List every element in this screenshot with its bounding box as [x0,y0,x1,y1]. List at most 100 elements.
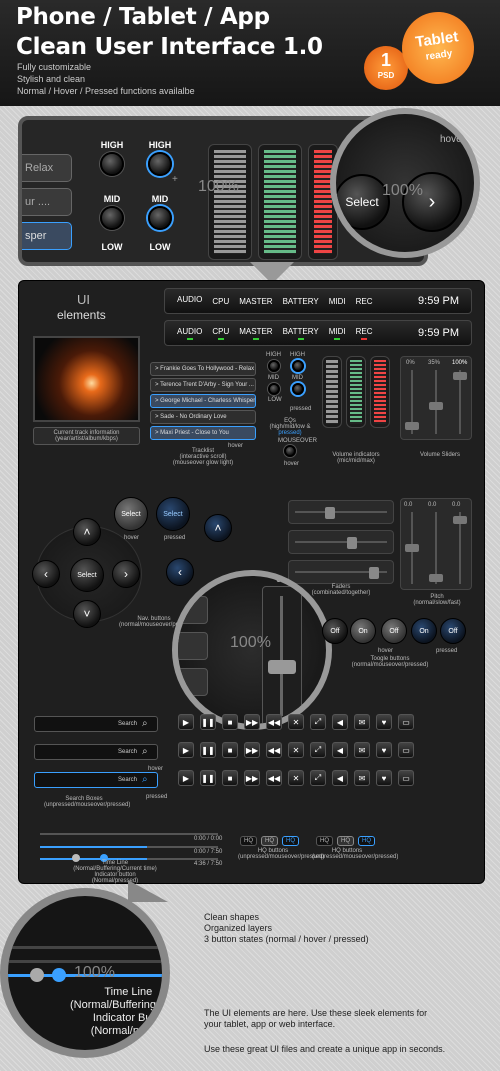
search-icon[interactable]: ⌕ [142,718,148,729]
search-icon[interactable]: ⌕ [142,774,148,785]
volume-icon[interactable]: ◀ [332,714,348,730]
volume-icon[interactable]: ◀ [332,742,348,758]
hq-button[interactable]: HQ [316,836,333,846]
stop-button[interactable]: ■ [222,770,238,786]
pause-button[interactable]: ❚❚ [200,742,216,758]
slider-value: 35% [428,360,441,366]
chat-icon[interactable]: ▭ [398,714,414,730]
eq-knob-mouseover[interactable] [284,445,296,457]
pitch-handle-zoomed[interactable] [268,660,296,674]
toggle-on[interactable]: On [350,618,376,644]
hq-button-hover[interactable]: HQ [337,836,354,846]
eq-high-knob[interactable] [268,360,280,372]
rewind-button[interactable]: ◀◀ [266,742,282,758]
heart-icon[interactable]: ♥ [376,742,392,758]
tab-relax[interactable]: Relax [22,154,72,182]
volume-slider-handle[interactable] [405,422,419,430]
nav-select-button[interactable]: Select [70,558,104,592]
nav-left-button[interactable]: ‹ [32,560,60,588]
timeline-buffering[interactable] [40,846,218,848]
nav-right-button[interactable]: › [112,560,140,588]
track-item[interactable]: > Sade - No Ordinary Love [150,410,256,424]
chat-icon[interactable]: ▭ [398,770,414,786]
rewind-button[interactable]: ◀◀ [266,770,282,786]
hq-button-hover[interactable]: HQ [261,836,278,846]
hq-button[interactable]: HQ [240,836,257,846]
volume-slider-handle[interactable] [429,402,443,410]
shuffle-icon[interactable]: ✕ [288,742,304,758]
fader [288,500,394,524]
fast-forward-button[interactable]: ▶▶ [244,742,260,758]
select-button-hover[interactable]: Select [114,497,148,531]
volume-icon[interactable]: ◀ [332,770,348,786]
indicator-button-zoomed-pressed[interactable] [52,968,66,982]
pause-button[interactable]: ❚❚ [200,714,216,730]
track-item-hover[interactable]: > Maxi Priest - Close to You [150,426,256,440]
toggle-off-hover[interactable]: Off [381,618,407,644]
play-button[interactable]: ▶ [178,742,194,758]
nav-up-pressed[interactable]: ˄ [204,514,232,542]
mail-icon[interactable]: ✉ [354,742,370,758]
indicator-button-zoomed[interactable] [30,968,44,982]
nav-down-button[interactable]: ˅ [73,600,101,628]
toggle-off-pressed[interactable]: Off [440,618,466,644]
hq-button-pressed[interactable]: HQ [358,836,375,846]
high-knob[interactable] [100,152,124,176]
expand-icon[interactable]: ⤢ [310,742,326,758]
fast-forward-button[interactable]: ▶▶ [244,714,260,730]
toggle-on-pressed[interactable]: On [411,618,437,644]
search-input-pressed[interactable]: Search [34,772,158,788]
nav-left-pressed[interactable]: ‹ [166,558,194,586]
pitch-handle[interactable] [429,574,443,582]
nav-up-button[interactable]: ˄ [73,518,101,546]
search-input[interactable]: Search [34,716,158,732]
rewind-button[interactable]: ◀◀ [266,714,282,730]
mid-knob[interactable] [100,206,124,230]
status-strip: AUDIO CPU MASTER BATTERY MIDI REC 9:59 P… [164,288,472,314]
pitch-handle[interactable] [405,544,419,552]
mail-icon[interactable]: ✉ [354,714,370,730]
video-thumbnail[interactable] [33,336,140,422]
stop-button[interactable]: ■ [222,714,238,730]
search-input-hover[interactable]: Search [34,744,158,760]
search-icon[interactable]: ⌕ [142,746,148,757]
volume-indicator-mic [322,356,342,428]
hq-buttons-label: HQ buttons (unpressed/mouseover/pressed) [312,848,399,860]
eq-mid-knob[interactable] [268,383,280,395]
eqs-label: EQs (high/mid/low & pressed) [269,418,311,436]
expand-icon[interactable]: ⤢ [310,770,326,786]
timeline-normal[interactable] [40,833,218,835]
heart-icon[interactable]: ♥ [376,714,392,730]
fader-handle[interactable] [369,567,379,579]
shuffle-icon[interactable]: ✕ [288,714,304,730]
play-button[interactable]: ▶ [178,770,194,786]
select-button-pressed[interactable]: Select [156,497,190,531]
tab-track[interactable]: ur .... [22,188,72,216]
chat-icon[interactable]: ▭ [398,742,414,758]
play-button[interactable]: ▶ [178,714,194,730]
track-item[interactable]: > Terence Trent D'Arby - Sign Your ... [150,378,256,392]
volume-slider-handle[interactable] [453,372,467,380]
stop-button[interactable]: ■ [222,742,238,758]
hq-button-pressed[interactable]: HQ [282,836,299,846]
fader-handle[interactable] [325,507,335,519]
tab-whisper[interactable]: sper [22,222,72,250]
pitch-handle[interactable] [453,516,467,524]
pause-button[interactable]: ❚❚ [200,770,216,786]
shuffle-icon[interactable]: ✕ [288,770,304,786]
fast-forward-button[interactable]: ▶▶ [244,770,260,786]
high-knob-active[interactable] [148,152,172,176]
heart-icon[interactable]: ♥ [376,770,392,786]
slider-value: 100% [452,360,468,366]
mail-icon[interactable]: ✉ [354,770,370,786]
toggle-off[interactable]: Off [322,618,348,644]
media-buttons-grid: ▶ ❚❚ ■ ▶▶ ◀◀ ✕ ⤢ ◀ ✉ ♥ ▭ ▶ ❚❚ ■ ▶▶ ◀◀ ✕ ⤢ ◀ ✉ ♥ ▭ ▶ ❚❚ ■ ▶▶ ◀◀ ✕ ⤢… [178,714,442,786]
eq-mid-knob-pressed[interactable] [292,383,304,395]
track-item[interactable]: > Frankie Goes To Hollywood - Relax [150,362,256,376]
track-item-selected[interactable]: > George Michael - Charless Whisper [150,394,256,408]
fader-handle[interactable] [347,537,357,549]
mid-knob-active[interactable] [148,206,172,230]
expand-icon[interactable]: ⤢ [310,714,326,730]
next-arrow-button[interactable]: › [402,172,462,232]
eq-high-knob-pressed[interactable] [292,360,304,372]
